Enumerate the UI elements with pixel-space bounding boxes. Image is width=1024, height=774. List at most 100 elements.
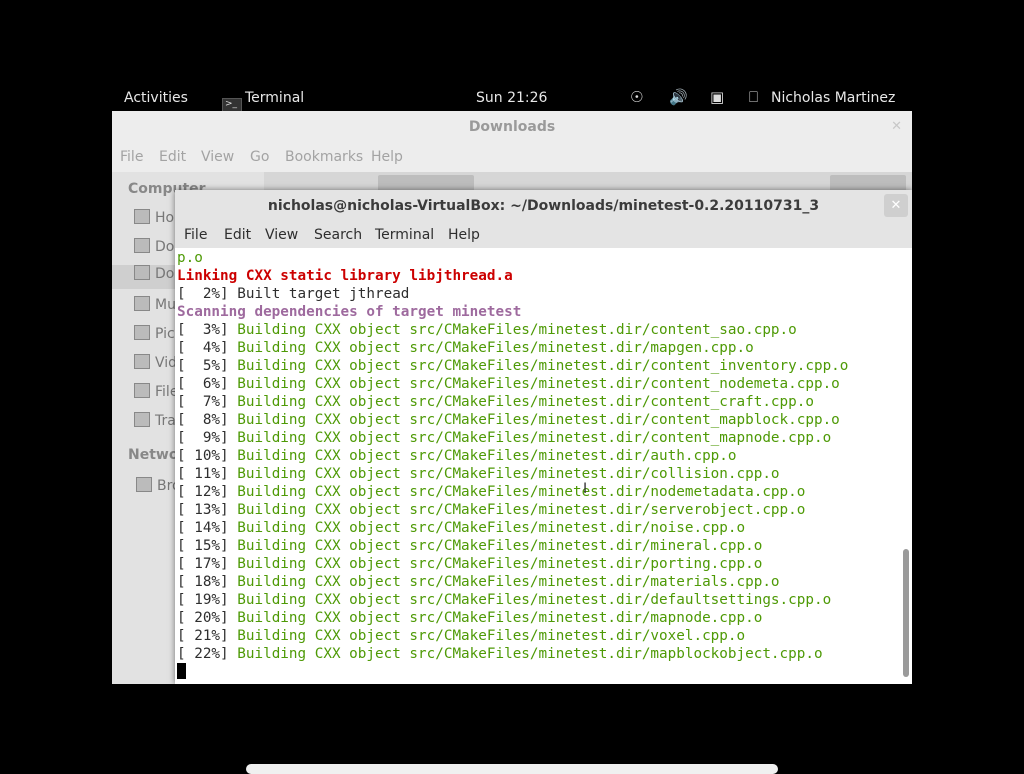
terminal-menubar: File Edit View Search Terminal Help <box>175 222 912 248</box>
menu-edit[interactable]: Edit <box>224 227 251 243</box>
network-icon[interactable]: ▣ <box>710 88 724 106</box>
progress-percent: [ 11%] <box>177 466 238 482</box>
close-icon[interactable]: ✕ <box>891 119 902 134</box>
folder-icon <box>134 238 150 253</box>
user-menu[interactable]: Nicholas Martinez <box>771 90 895 106</box>
terminal-line: [ 5%] Building CXX object src/CMakeFiles… <box>177 357 899 375</box>
menu-view[interactable]: View <box>201 149 234 165</box>
terminal-line: [ 14%] Building CXX object src/CMakeFile… <box>177 519 899 537</box>
terminal-line-text: Linking CXX static library libjthread.a <box>177 268 513 284</box>
terminal-line-text: Building CXX object src/CMakeFiles/minet… <box>237 628 746 644</box>
terminal-line: [ 4%] Building CXX object src/CMakeFiles… <box>177 339 899 357</box>
user-icon[interactable]: ⎕ <box>749 88 758 106</box>
dash-edge <box>246 764 778 774</box>
terminal-line-text: Building CXX object src/CMakeFiles/minet… <box>237 574 780 590</box>
terminal-title: nicholas@nicholas-VirtualBox: ~/Download… <box>175 190 912 222</box>
terminal-scrollbar[interactable] <box>902 249 910 681</box>
terminal-line-text: Building CXX object src/CMakeFiles/minet… <box>237 466 780 482</box>
sidebar-item-label: Ho <box>155 210 175 226</box>
progress-percent: [ 3%] <box>177 322 238 338</box>
terminal-line: Linking CXX static library libjthread.a <box>177 267 899 285</box>
terminal-line: [ 10%] Building CXX object src/CMakeFile… <box>177 447 899 465</box>
terminal-line: [ 15%] Building CXX object src/CMakeFile… <box>177 537 899 555</box>
accessibility-icon[interactable]: ☉ <box>630 88 643 106</box>
menu-terminal[interactable]: Terminal <box>375 227 434 243</box>
progress-percent: [ 13%] <box>177 502 238 518</box>
sidebar-item-label: Vid <box>155 355 178 371</box>
terminal-line-text: Building CXX object src/CMakeFiles/minet… <box>237 646 823 662</box>
terminal-line: [ 7%] Building CXX object src/CMakeFiles… <box>177 393 899 411</box>
activities-button[interactable]: Activities <box>124 90 188 106</box>
file-manager-toolbar <box>264 172 912 192</box>
sidebar-header-network: Netwo <box>128 447 179 463</box>
terminal-line-text: p.o <box>177 250 203 266</box>
volume-icon[interactable]: 🔊 <box>669 88 688 106</box>
progress-percent: [ 18%] <box>177 574 238 590</box>
sidebar-item-label: Tra <box>155 413 176 429</box>
menu-help[interactable]: Help <box>448 227 480 243</box>
drive-icon <box>134 383 150 398</box>
terminal-line-text: Building CXX object src/CMakeFiles/minet… <box>237 538 763 554</box>
terminal-output[interactable]: p.o Linking CXX static library libjthread… <box>177 249 899 681</box>
terminal-line: [ 19%] Building CXX object src/CMakeFile… <box>177 591 899 609</box>
clock[interactable]: Sun 21:26 <box>476 90 547 106</box>
terminal-line-text: Building CXX object src/CMakeFiles/minet… <box>237 484 806 500</box>
progress-percent: [ 12%] <box>177 484 238 500</box>
progress-percent: [ 5%] <box>177 358 238 374</box>
close-icon[interactable]: ✕ <box>884 194 908 217</box>
terminal-line-text: Building CXX object src/CMakeFiles/minet… <box>237 556 763 572</box>
folder-icon <box>134 265 150 280</box>
menu-view[interactable]: View <box>265 227 298 243</box>
terminal-line: [ 3%] Building CXX object src/CMakeFiles… <box>177 321 899 339</box>
file-manager-menubar: File Edit View Go Bookmarks Help <box>112 144 912 172</box>
terminal-line: [ 21%] Building CXX object src/CMakeFile… <box>177 627 899 645</box>
terminal-line-text: Building CXX object src/CMakeFiles/minet… <box>237 394 814 410</box>
menu-edit[interactable]: Edit <box>159 149 186 165</box>
progress-percent: [ 8%] <box>177 412 238 428</box>
progress-percent: [ 22%] <box>177 646 238 662</box>
prompt-line <box>177 663 899 681</box>
terminal-window: nicholas@nicholas-VirtualBox: ~/Download… <box>175 190 912 684</box>
file-manager-title: Downloads <box>468 119 556 135</box>
text-cursor-icon: I <box>583 481 588 497</box>
terminal-line-text: Building CXX object src/CMakeFiles/minet… <box>237 520 746 536</box>
terminal-line-text: Building CXX object src/CMakeFiles/minet… <box>237 340 754 356</box>
progress-percent: [ 20%] <box>177 610 238 626</box>
menu-search[interactable]: Search <box>314 227 362 243</box>
block-cursor <box>177 663 186 679</box>
network-icon <box>136 477 152 492</box>
terminal-line-text: Building CXX object src/CMakeFiles/minet… <box>237 448 737 464</box>
progress-percent: [ 4%] <box>177 340 238 356</box>
progress-percent: [ 19%] <box>177 592 238 608</box>
sidebar-item-label: Mu <box>155 297 176 313</box>
progress-percent: [ 15%] <box>177 538 238 554</box>
terminal-line: [ 6%] Building CXX object src/CMakeFiles… <box>177 375 899 393</box>
progress-percent: [ 9%] <box>177 430 238 446</box>
terminal-line: [ 17%] Building CXX object src/CMakeFile… <box>177 555 899 573</box>
menu-help[interactable]: Help <box>371 149 403 165</box>
terminal-line: [ 20%] Building CXX object src/CMakeFile… <box>177 609 899 627</box>
menu-file[interactable]: File <box>120 149 143 165</box>
progress-percent: [ 21%] <box>177 628 238 644</box>
terminal-line-text: Building CXX object src/CMakeFiles/minet… <box>237 358 849 374</box>
top-panel: Activities >_ Terminal Sun 21:26 ☉ 🔊 ▣ ⎕ … <box>112 84 912 118</box>
progress-percent: [ 7%] <box>177 394 238 410</box>
terminal-line: [ 2%] Built target jthread <box>177 285 899 303</box>
terminal-line: [ 8%] Building CXX object src/CMakeFiles… <box>177 411 899 429</box>
terminal-line: p.o <box>177 249 899 267</box>
progress-percent: [ 6%] <box>177 376 238 392</box>
app-name: Terminal <box>245 90 305 106</box>
scrollbar-thumb[interactable] <box>903 549 909 677</box>
terminal-line-text: Built target jthread <box>237 286 410 302</box>
folder-icon <box>134 325 150 340</box>
progress-percent: [ 10%] <box>177 448 238 464</box>
terminal-line-text: Building CXX object src/CMakeFiles/minet… <box>237 376 840 392</box>
sidebar-item-label: Pic <box>155 326 175 342</box>
menu-file[interactable]: File <box>184 227 207 243</box>
terminal-line-text: Building CXX object src/CMakeFiles/minet… <box>237 412 840 428</box>
menu-bookmarks[interactable]: Bookmarks <box>285 149 363 165</box>
terminal-line: [ 22%] Building CXX object src/CMakeFile… <box>177 645 899 663</box>
terminal-line-text: Building CXX object src/CMakeFiles/minet… <box>237 592 832 608</box>
menu-go[interactable]: Go <box>250 149 269 165</box>
sidebar-item-label: Do <box>155 266 175 282</box>
